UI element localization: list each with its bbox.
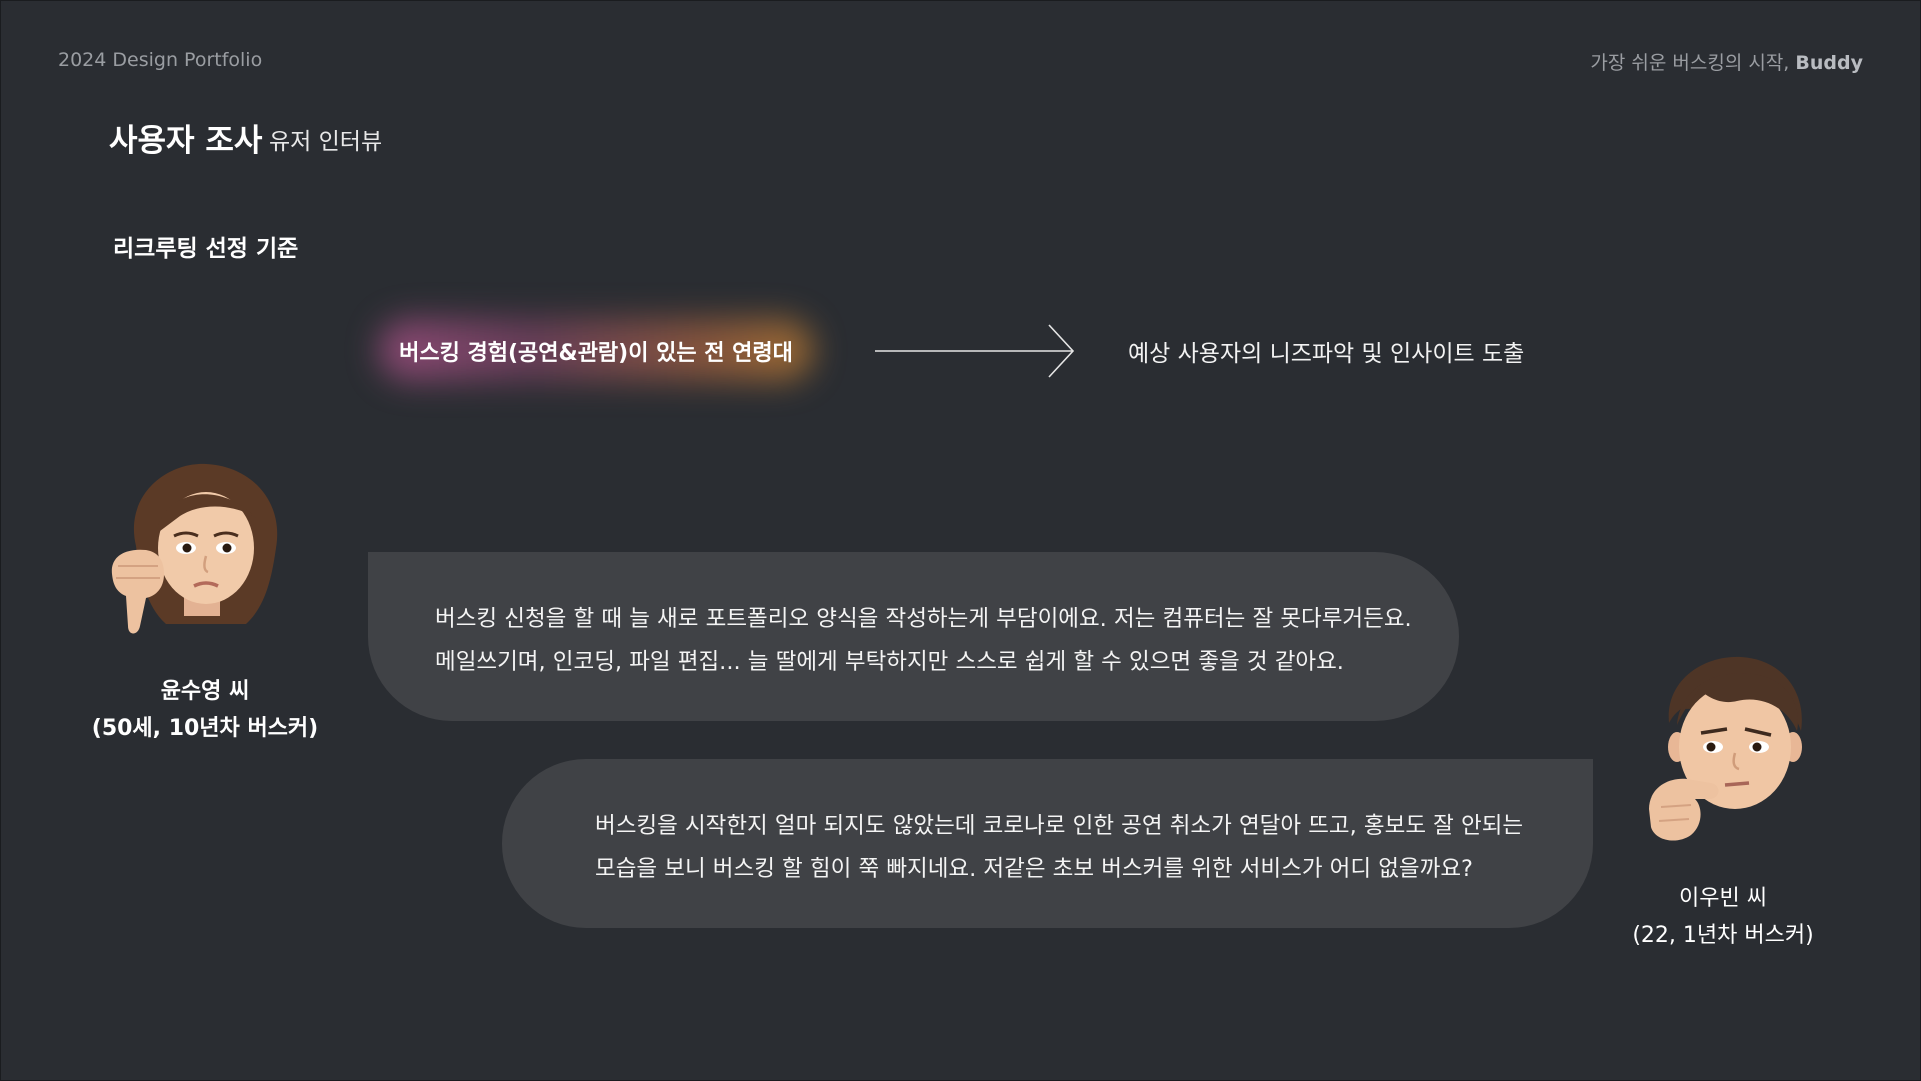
tagline-prefix: 가장 쉬운 버스킹의 시작, bbox=[1590, 52, 1796, 74]
tagline: 가장 쉬운 버스킹의 시작, Buddy bbox=[1590, 48, 1863, 75]
interviewee-1-detail: (50세, 10년차 버스커) bbox=[91, 716, 319, 741]
thumbs-down-memoji-icon bbox=[111, 463, 278, 634]
interviewee-2-name: 이우빈 씨 bbox=[1679, 886, 1767, 911]
interviewee-2-label: 이우빈 씨 (22, 1년차 버스커) bbox=[1599, 880, 1847, 954]
quote-2-line-2: 모습을 보니 버스킹 할 힘이 쭉 빠지네요. 저같은 초보 버스커를 위한 서… bbox=[595, 856, 1473, 882]
quote-1-line-2: 메일쓰기며, 인코딩, 파일 편집... 늘 딸에게 부탁하지만 스스로 쉽게 … bbox=[435, 649, 1344, 675]
page-subtitle: 유저 인터뷰 bbox=[269, 129, 383, 155]
interviewee-1-label: 윤수영 씨 (50세, 10년차 버스커) bbox=[81, 673, 329, 747]
quote-2-line-1: 버스킹을 시작한지 얼마 되지도 않았는데 코로나로 인한 공연 취소가 연달아… bbox=[595, 813, 1524, 839]
interview-quote-bubble-1 bbox=[368, 552, 1459, 721]
criteria-text: 버스킹 경험(공연&관람)이 있는 전 연령대 bbox=[399, 341, 793, 366]
page-title: 사용자 조사 bbox=[109, 123, 263, 159]
interviewee-2-detail: (22, 1년차 버스커) bbox=[1632, 923, 1814, 948]
tagline-brand: Buddy bbox=[1795, 52, 1863, 74]
thinking-memoji-icon bbox=[1649, 656, 1802, 841]
interview-quote-bubble-2 bbox=[502, 759, 1593, 928]
quote-1-line-1: 버스킹 신청을 할 때 늘 새로 포트폴리오 양식을 작성하는게 부담이에요. … bbox=[435, 606, 1412, 632]
recruiting-section-title: 리크루팅 선정 기준 bbox=[113, 236, 299, 262]
arrow-right-icon bbox=[875, 324, 1075, 378]
interviewee-1-name: 윤수영 씨 bbox=[160, 679, 250, 704]
criteria-result-text: 예상 사용자의 니즈파악 및 인사이트 도출 bbox=[1128, 341, 1525, 367]
portfolio-label: 2024 Design Portfolio bbox=[58, 49, 263, 71]
